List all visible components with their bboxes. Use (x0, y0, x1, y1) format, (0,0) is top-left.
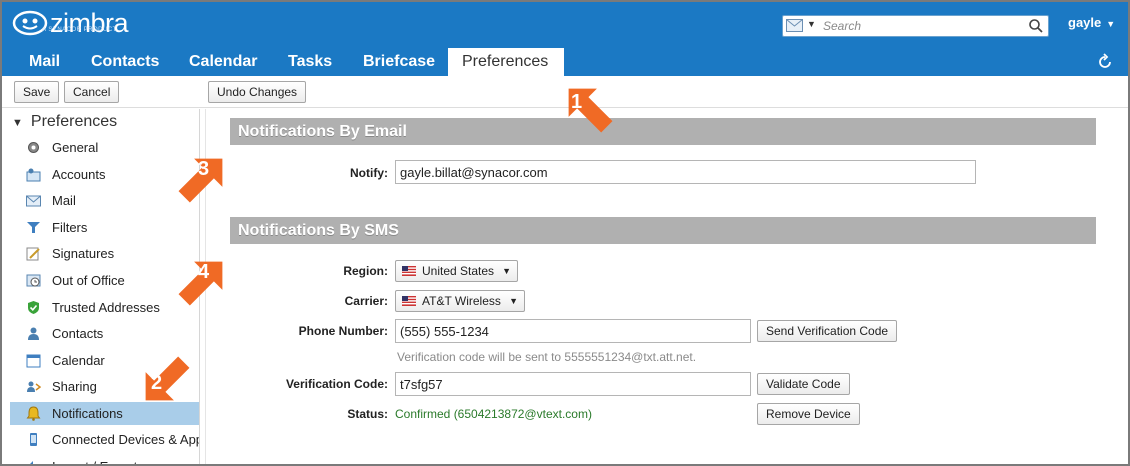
annotation-number-2: 2 (151, 372, 163, 394)
shield-check-icon (28, 301, 39, 314)
sidebar-item-label: Contacts (52, 326, 104, 341)
tab-calendar[interactable]: Calendar (175, 48, 271, 76)
signature-icon (26, 247, 40, 261)
undo-changes-button[interactable]: Undo Changes (208, 81, 307, 103)
sidebar-item-label: Mail (52, 193, 76, 208)
sidebar-item-label: Accounts (52, 167, 106, 182)
collapse-triangle-icon[interactable]: ▼ (12, 117, 23, 129)
chevron-down-icon: ▼ (502, 266, 511, 276)
status-label: Status: (347, 407, 388, 421)
sidebar-item-label: Out of Office (52, 273, 125, 288)
sidebar-item-label: Filters (52, 220, 88, 235)
notify-label: Notify: (350, 166, 388, 180)
annotation-arrow-2 (145, 356, 190, 401)
region-select[interactable]: United States ▼ (395, 260, 518, 282)
logo-subtitle: A SYNACOR PRODUCT (42, 27, 117, 33)
carrier-select[interactable]: AT&T Wireless ▼ (395, 290, 525, 312)
clock-icon (26, 274, 41, 287)
sharing-icon (27, 381, 41, 392)
sidebar-header-label: Preferences (30, 113, 118, 130)
sidebar-item-label: Signatures (52, 246, 115, 261)
sidebar-item-label: Calendar (52, 353, 105, 368)
us-flag-icon (402, 296, 416, 306)
calendar-icon (26, 354, 41, 368)
filter-icon (27, 222, 40, 233)
validate-code-button[interactable]: Validate Code (757, 373, 850, 395)
sidebar-item-contacts[interactable]: Contacts (10, 322, 199, 345)
chevron-down-icon: ▼ (509, 296, 518, 306)
annotation-arrow-1 (568, 88, 613, 133)
annotation-number-4: 4 (198, 261, 210, 283)
sidebar-item-filters[interactable]: Filters (10, 216, 199, 239)
user-menu[interactable]: gayle ▼ (1068, 15, 1115, 30)
tab-mail[interactable]: Mail (15, 48, 74, 76)
sidebar-item-import-export[interactable]: Import / Export (10, 455, 199, 464)
region-value: United States (422, 264, 495, 278)
sidebar-item-label: Notifications (52, 406, 123, 421)
gear-icon (28, 142, 39, 153)
preferences-sidebar: ▼ Preferences General Accounts Mail Filte… (2, 109, 200, 464)
user-name: gayle (1068, 15, 1102, 30)
sidebar-item-out-of-office[interactable]: Out of Office (10, 269, 199, 292)
search-icon[interactable] (1028, 18, 1044, 34)
sidebar-item-label: Sharing (52, 379, 97, 394)
verification-hint: Verification code will be sent to 555555… (397, 350, 697, 364)
verification-code-label: Verification Code: (285, 377, 388, 391)
tab-contacts[interactable]: Contacts (77, 48, 173, 76)
sidebar-item-label: Trusted Addresses (52, 300, 160, 315)
sidebar-header[interactable]: ▼ Preferences (12, 113, 117, 131)
verification-code-input[interactable] (395, 372, 751, 396)
mobile-device-icon (30, 433, 37, 446)
app-window: zimbra A SYNACOR PRODUCT ▼ gayle▼ Mail C… (0, 0, 1130, 466)
region-label: Region: (343, 264, 388, 278)
mail-search-type-icon[interactable] (786, 19, 803, 32)
sidebar-item-accounts[interactable]: Accounts (10, 163, 199, 186)
envelope-icon (26, 195, 41, 207)
bell-icon (26, 406, 41, 421)
sidebar-item-signatures[interactable]: Signatures (10, 242, 199, 265)
carrier-label: Carrier: (344, 294, 388, 308)
chevron-down-icon: ▼ (1106, 19, 1116, 29)
top-header: zimbra A SYNACOR PRODUCT ▼ gayle▼ (2, 2, 1128, 48)
tab-preferences[interactable]: Preferences (448, 48, 564, 76)
sidebar-item-connected-devices[interactable]: Connected Devices & Apps (10, 428, 200, 451)
carrier-value: AT&T Wireless (422, 294, 501, 308)
section-header-email: Notifications By Email (230, 118, 1096, 145)
sidebar-item-label: Connected Devices & Apps (52, 432, 200, 447)
us-flag-icon (402, 266, 416, 276)
search-input[interactable] (823, 18, 1013, 34)
refresh-icon[interactable] (1096, 53, 1114, 71)
send-verification-code-button[interactable]: Send Verification Code (757, 320, 898, 342)
sidebar-item-label: General (52, 140, 99, 155)
phone-number-input[interactable] (395, 319, 751, 343)
section-header-sms: Notifications By SMS (230, 217, 1096, 244)
search-box: ▼ (782, 15, 1049, 37)
sidebar-item-mail[interactable]: Mail (10, 189, 199, 212)
annotation-number-1: 1 (571, 91, 583, 113)
notify-email-input[interactable] (395, 160, 976, 184)
contact-icon (28, 327, 39, 340)
save-button[interactable]: Save (14, 81, 60, 103)
import-export-icon (30, 461, 39, 464)
sidebar-item-general[interactable]: General (10, 136, 199, 159)
sidebar-item-trusted-addresses[interactable]: Trusted Addresses (10, 296, 199, 319)
status-value: Confirmed (6504213872@vtext.com) (395, 407, 592, 421)
annotation-number-3: 3 (198, 158, 210, 180)
remove-device-button[interactable]: Remove Device (757, 403, 860, 425)
tab-briefcase[interactable]: Briefcase (349, 48, 449, 76)
accounts-icon (26, 168, 41, 182)
cancel-button[interactable]: Cancel (64, 81, 120, 103)
phone-number-label: Phone Number: (298, 324, 388, 338)
search-type-dropdown-icon[interactable]: ▼ (807, 19, 816, 29)
tab-tasks[interactable]: Tasks (274, 48, 346, 76)
app-tabs: Mail Contacts Calendar Tasks Briefcase P… (2, 48, 1128, 76)
sidebar-item-label: Import / Export (52, 455, 137, 464)
